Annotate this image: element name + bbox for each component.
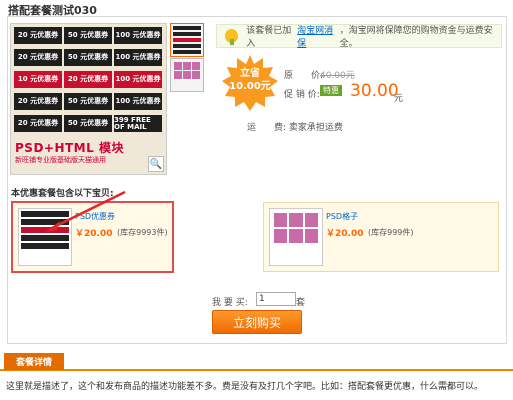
flower-icon (225, 29, 239, 45)
thumbnail-grid[interactable] (170, 58, 204, 92)
notice-prefix: 该套餐已加入 (246, 26, 292, 49)
description-text: 这里就是描述了，这个和发布商品的描述功能差不多。费是没有及打几个字吧。比如：搭配… (6, 382, 484, 392)
banner-text: PSD+HTML 模块 (15, 141, 124, 155)
original-price-value: 40.00元 (320, 71, 355, 81)
shipping-value: 卖家承担运费 (288, 123, 343, 133)
coupon-row: 20 元优惠券 50 元优惠券 399 FREE OF MAIL (14, 115, 162, 132)
product-image-2[interactable] (269, 208, 323, 266)
coupon-tile: 10 元优惠券 (14, 71, 62, 88)
promo-tag: 特惠 (320, 85, 342, 96)
promo-price-unit: 元 (394, 94, 404, 104)
coupon-tile: 50 元优惠券 (64, 27, 112, 44)
product-name-2[interactable]: PSD格子 (326, 211, 358, 222)
product-stock-2: (库存999件) (368, 228, 414, 237)
coupon-tile: 50 元优惠券 (64, 93, 112, 110)
guarantee-notice: 该套餐已加入 淘宝网消保 ，淘宝网将保障您的购物资金与运费安全。 (216, 23, 502, 49)
zoom-icon[interactable]: 🔍 (148, 156, 164, 172)
coupon-tile: 100 元优惠券 (114, 27, 162, 44)
notice-suffix: ，淘宝网将保障您的购物资金与运费安全。 (339, 26, 493, 49)
coupon-tile: 399 FREE OF MAIL (114, 115, 162, 132)
coupon-tile: 100 元优惠券 (114, 49, 162, 66)
savings-line2: 10.00元 (229, 81, 271, 92)
coupon-tile: 100 元优惠券 (114, 71, 162, 88)
main-product-image[interactable]: 20 元优惠券 50 元优惠券 100 元优惠券 20 元优惠券 50 元优惠券 100 … (10, 23, 167, 175)
original-price-label: 原 价: (284, 71, 324, 81)
tab-package-details[interactable]: 套餐详情 (4, 353, 64, 370)
coupon-row: 20 元优惠券 50 元优惠券 100 元优惠券 (14, 27, 162, 44)
quantity-input[interactable]: 1 (256, 292, 296, 306)
promo-price-label: 促 销 价: (284, 90, 320, 100)
coupon-tile: 100 元优惠券 (114, 93, 162, 110)
coupon-tile: 20 元优惠券 (14, 27, 62, 44)
shipping-info: 运 费: 卖家承担运费 (247, 120, 343, 133)
coupon-row: 10 元优惠券 20 元优惠券 100 元优惠券 (14, 71, 162, 88)
consumer-protection-link[interactable]: 淘宝网消保 (297, 23, 339, 49)
coupon-row: 20 元优惠券 50 元优惠券 100 元优惠券 (14, 93, 162, 110)
coupon-tile: 20 元优惠券 (64, 71, 112, 88)
coupon-tile: 50 元优惠券 (64, 49, 112, 66)
coupon-tile: 20 元优惠券 (14, 115, 62, 132)
product-card-2[interactable]: PSD格子 ￥20.00 (库存999件) (263, 202, 499, 272)
savings-text: 立省 10.00元 (222, 67, 278, 93)
coupon-tile: 50 元优惠券 (64, 115, 112, 132)
shipping-label: 运 费: (247, 123, 287, 133)
coupon-row: 20 元优惠券 50 元优惠券 100 元优惠券 (14, 49, 162, 66)
quantity-label: 我 要 买: (212, 298, 248, 308)
promo-price-value: 30.00 (350, 81, 399, 101)
thumbnail-coupons[interactable] (170, 23, 204, 57)
quantity-unit: 套 (296, 298, 306, 308)
coupon-tile: 20 元优惠券 (14, 93, 62, 110)
tab-underline (0, 369, 513, 371)
product-price-2: ￥20.00 (326, 229, 364, 239)
savings-line1: 立省 (240, 68, 260, 79)
coupon-tile: 20 元优惠券 (14, 49, 62, 66)
arrow-icon (46, 190, 126, 232)
banner-subtext: 新旺铺专业版基础版天猫通用 (15, 156, 106, 164)
buy-now-button[interactable]: 立刻购买 (212, 310, 302, 334)
